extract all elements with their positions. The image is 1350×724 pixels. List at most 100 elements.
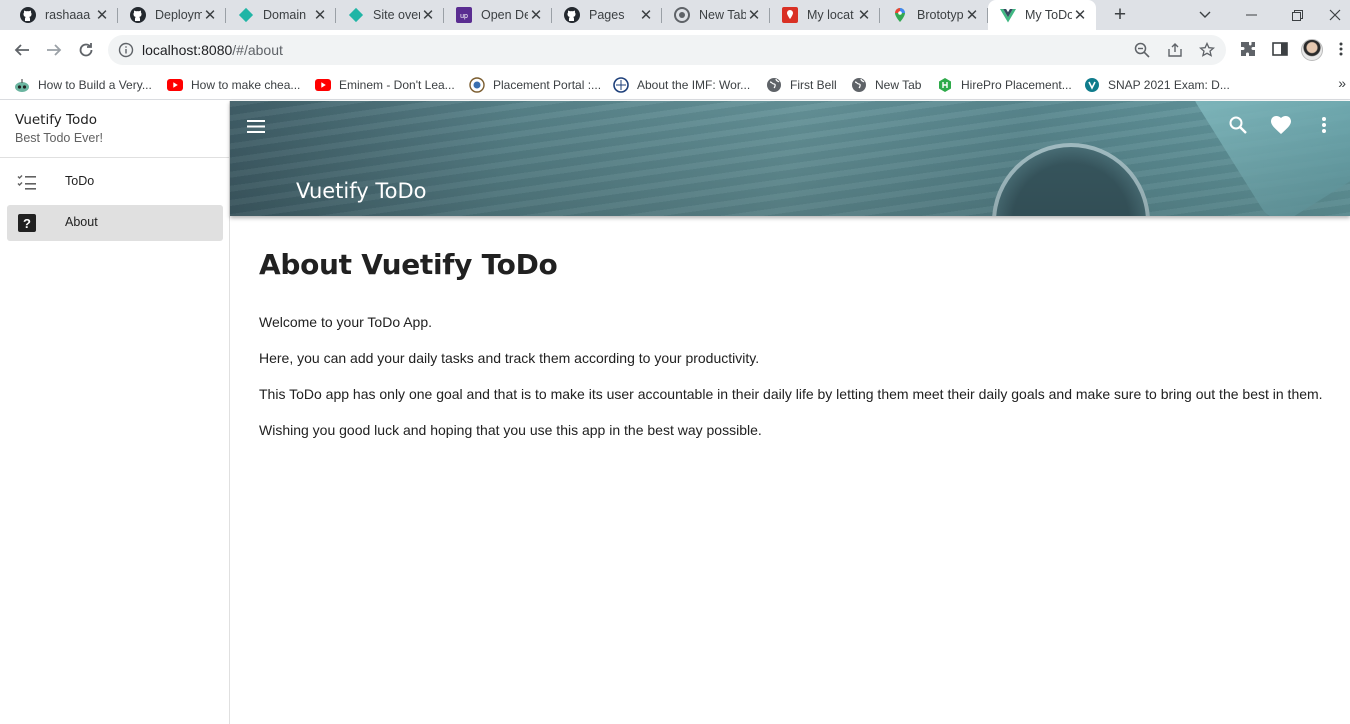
profile-avatar[interactable]: [1301, 39, 1323, 61]
tab-title: Pages: [589, 8, 625, 22]
tab-title: New Tab: [699, 8, 746, 22]
browser-tab[interactable]: up Open De ✕: [444, 0, 552, 30]
close-tab-icon[interactable]: ✕: [638, 6, 654, 24]
browser-toolbar: localhost:8080/#/about: [0, 30, 1350, 69]
minimize-icon[interactable]: [1228, 0, 1274, 30]
close-tab-icon[interactable]: ✕: [856, 6, 872, 24]
imf-logo-icon: [613, 77, 629, 93]
browser-tab[interactable]: Brototyp ✕: [880, 0, 988, 30]
bookmark-item[interactable]: How to Build a Very...: [14, 74, 152, 96]
url-path: /#/about: [232, 42, 283, 58]
bookmark-item[interactable]: Placement Portal :...: [469, 74, 601, 96]
close-tab-icon[interactable]: ✕: [964, 6, 980, 24]
menu-hamburger-icon[interactable]: [244, 114, 268, 138]
browser-tab-active[interactable]: My ToDo ✕: [988, 0, 1096, 30]
chrome-icon: [674, 7, 690, 23]
robot-icon: [14, 77, 30, 93]
github-icon: [564, 7, 580, 23]
new-tab-button[interactable]: +: [1108, 3, 1132, 27]
bookmark-item[interactable]: How to make chea...: [167, 74, 300, 96]
bookmark-label: First Bell: [790, 78, 837, 92]
url-text: localhost:8080/#/about: [142, 42, 283, 58]
google-maps-icon: [892, 7, 908, 23]
tab-title: Domain: [263, 8, 307, 22]
navigation-drawer: Vuetify Todo Best Todo Ever! ToDo ? Abou…: [0, 101, 230, 724]
paragraph: This ToDo app has only one goal and that…: [259, 386, 1323, 402]
close-tab-icon[interactable]: ✕: [1072, 6, 1088, 24]
search-icon[interactable]: [1226, 113, 1250, 137]
chrome-menu-icon[interactable]: [1334, 38, 1348, 60]
close-tab-icon[interactable]: ✕: [202, 6, 218, 24]
github-icon: [20, 7, 36, 23]
bookmark-item[interactable]: About the IMF: Wor...: [613, 74, 750, 96]
app-bar: Vuetify ToDo: [230, 101, 1350, 216]
youtube-icon: [167, 77, 183, 93]
nav-item-about[interactable]: ? About: [7, 205, 223, 241]
nav-item-todo[interactable]: ToDo: [7, 164, 223, 200]
forward-arrow-icon[interactable]: [42, 38, 66, 62]
close-tab-icon[interactable]: ✕: [420, 6, 436, 24]
nav-item-label: About: [65, 215, 98, 229]
tab-title: Deploym: [155, 8, 202, 22]
zoom-icon[interactable]: [1134, 42, 1150, 63]
bookmark-label: New Tab: [875, 78, 922, 92]
bookmark-label: HirePro Placement...: [961, 78, 1072, 92]
svg-text:?: ?: [23, 216, 31, 231]
bookmark-label: Eminem - Don't Lea...: [339, 78, 455, 92]
bookmarks-bar: How to Build a Very... How to make chea.…: [0, 69, 1350, 100]
bookmark-star-icon[interactable]: [1198, 41, 1216, 63]
tab-title: My ToDo: [1025, 8, 1072, 22]
browser-tab[interactable]: New Tab ✕: [662, 0, 770, 30]
bookmark-item[interactable]: Eminem - Don't Lea...: [315, 74, 455, 96]
about-content: About Vuetify ToDo Welcome to your ToDo …: [259, 248, 1329, 441]
help-box-icon: ?: [16, 212, 38, 234]
paragraph: Welcome to your ToDo App.: [259, 314, 433, 330]
browser-tab[interactable]: Pages ✕: [552, 0, 662, 30]
address-bar[interactable]: localhost:8080/#/about: [108, 35, 1226, 65]
bookmark-item[interactable]: HirePro Placement...: [937, 74, 1072, 96]
college-logo-icon: [469, 77, 485, 93]
close-window-icon[interactable]: [1320, 0, 1350, 30]
close-tab-icon[interactable]: ✕: [94, 6, 110, 24]
bookmark-item[interactable]: New Tab: [851, 74, 921, 96]
browser-tab[interactable]: rashaaa ✕: [8, 0, 118, 30]
share-icon[interactable]: [1167, 42, 1183, 63]
side-panel-icon[interactable]: [1269, 38, 1291, 60]
tab-title: Open De: [481, 8, 528, 22]
bookmark-item[interactable]: First Bell: [766, 74, 837, 96]
more-vert-icon[interactable]: [1312, 113, 1336, 137]
heart-icon[interactable]: [1269, 113, 1293, 137]
globe-icon: [851, 77, 867, 93]
browser-tab[interactable]: Site over ✕: [336, 0, 444, 30]
browser-tab[interactable]: My locat ✕: [770, 0, 880, 30]
bookmark-label: How to Build a Very...: [38, 78, 152, 92]
close-tab-icon[interactable]: ✕: [746, 6, 762, 24]
info-icon[interactable]: [118, 42, 134, 63]
browser-tab[interactable]: Domain ✕: [226, 0, 336, 30]
browser-tab[interactable]: Deploym ✕: [118, 0, 226, 30]
tab-title: Site over: [373, 8, 420, 22]
bookmark-label: About the IMF: Wor...: [637, 78, 751, 92]
bookmark-item[interactable]: SNAP 2021 Exam: D...: [1084, 74, 1230, 96]
close-tab-icon[interactable]: ✕: [528, 6, 544, 24]
maps-pin-icon: [782, 7, 798, 23]
paragraph: Wishing you good luck and hoping that yo…: [259, 422, 762, 438]
page-title: About Vuetify ToDo: [259, 248, 558, 281]
url-host: localhost:8080: [142, 42, 233, 58]
vue-icon: [1000, 7, 1016, 23]
close-tab-icon[interactable]: ✕: [312, 6, 328, 24]
restore-icon[interactable]: [1274, 0, 1320, 30]
reload-icon[interactable]: [74, 38, 98, 62]
netlify-icon: [348, 7, 364, 23]
bookmarks-overflow-button[interactable]: »: [1338, 75, 1346, 91]
extensions-icon[interactable]: [1237, 38, 1259, 60]
tab-search-icon[interactable]: [1182, 0, 1228, 30]
bookmark-label: SNAP 2021 Exam: D...: [1108, 78, 1230, 92]
svg-text:up: up: [460, 13, 468, 20]
app-bar-title: Vuetify ToDo: [296, 179, 427, 203]
back-arrow-icon[interactable]: [10, 38, 34, 62]
paragraph: Here, you can add your daily tasks and t…: [259, 350, 760, 366]
bookmark-label: How to make chea...: [191, 78, 301, 92]
bookmark-label: Placement Portal :...: [493, 78, 602, 92]
hirepro-icon: [937, 77, 953, 93]
